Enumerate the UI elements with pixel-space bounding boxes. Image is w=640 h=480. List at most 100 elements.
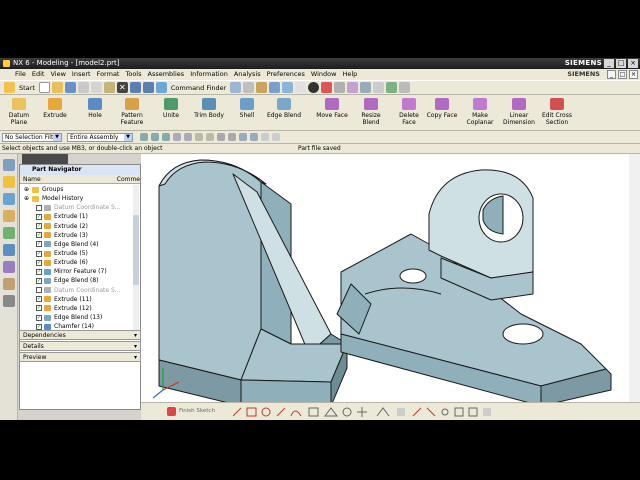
tool-linear-dimension[interactable]: Linear Dimension [502, 98, 536, 126]
visibility-checkbox[interactable]: ✓ [36, 323, 42, 330]
graphics-window[interactable] [141, 154, 640, 407]
visibility-checkbox[interactable]: ✓ [36, 223, 42, 230]
snap-point-icon[interactable] [162, 133, 170, 141]
tree-item[interactable]: ✓ Mirror Feature (7) [20, 267, 140, 276]
navigator-scrollbar[interactable] [133, 185, 139, 340]
visibility-checkbox[interactable]: ✓ [36, 259, 42, 266]
tree-item[interactable]: ✓ Extrude (2) [20, 222, 140, 231]
visibility-checkbox[interactable]: ✓ [36, 296, 42, 303]
command-finder-label[interactable]: Command Finder [169, 84, 228, 92]
doc-close-button[interactable]: × [629, 70, 638, 79]
roles-icon[interactable] [2, 278, 15, 290]
reuse-library-icon[interactable] [2, 193, 15, 205]
tree-item[interactable]: ✓ Extrude (3) [20, 231, 140, 240]
visibility-checkbox[interactable]: ✓ [36, 241, 42, 248]
orient-view-icon[interactable] [269, 82, 281, 93]
zoom-icon[interactable] [243, 82, 255, 93]
analysis-icon[interactable] [386, 82, 398, 93]
visibility-checkbox[interactable]: ✓ [36, 250, 42, 257]
column-name[interactable]: Name [20, 175, 114, 183]
tool-make-coplanar[interactable]: Make Coplanar [463, 98, 497, 126]
snap-point-icon[interactable] [239, 133, 247, 141]
tool-move-face[interactable]: Move Face [316, 98, 348, 119]
doc-restore-button[interactable]: □ [618, 70, 627, 79]
bracket-part-right[interactable] [336, 169, 612, 407]
tool-extrude[interactable]: Extrude [40, 98, 70, 119]
tool-edge-blend[interactable]: Edge Blend [266, 98, 302, 119]
scrollbar-thumb[interactable] [133, 215, 139, 285]
menu-file[interactable]: File [12, 69, 29, 80]
menu-information[interactable]: Information [187, 69, 231, 80]
pan-icon[interactable] [256, 82, 268, 93]
show-hide-icon[interactable] [347, 82, 359, 93]
palette-icon[interactable] [2, 261, 15, 273]
tool-datum-plane[interactable]: Datum Plane [4, 98, 34, 126]
visibility-checkbox[interactable]: ✓ [36, 314, 42, 321]
tool-copy-face[interactable]: Copy Face [426, 98, 458, 119]
toolbar-options-icon[interactable] [399, 82, 411, 93]
finish-sketch-label[interactable]: Finish Sketch [179, 408, 215, 414]
snap-point-icon[interactable] [140, 133, 148, 141]
tree-item[interactable]: ✓ Extrude (12) [20, 304, 140, 313]
tool-edit-cross-section[interactable]: Edit Cross Section [540, 98, 574, 126]
tree-item[interactable]: ✓ Extrude (5) [20, 249, 140, 258]
bracket-part-left[interactable] [158, 159, 348, 407]
menu-view[interactable]: View [47, 69, 68, 80]
tree-item[interactable]: ✓ Edge Blend (4) [20, 240, 140, 249]
background-icon[interactable] [295, 82, 307, 93]
close-button[interactable]: × [628, 59, 638, 68]
snap-point-icon[interactable] [272, 133, 280, 141]
tree-item[interactable]: Datum Coordinate S... [20, 203, 140, 212]
history-icon[interactable] [2, 210, 15, 222]
tool-resize-blend[interactable]: Resize Blend [356, 98, 386, 126]
wcs-icon[interactable] [360, 82, 372, 93]
tree-item[interactable]: ✓ Extrude (1) [20, 212, 140, 221]
snap-point-icon[interactable] [217, 133, 225, 141]
start-menu-label[interactable]: Start [17, 84, 37, 92]
undo-icon[interactable] [129, 82, 141, 93]
expand-icon[interactable]: ⊕ [24, 185, 30, 194]
tree-item[interactable]: ✓ Edge Blend (13) [20, 313, 140, 322]
snap-point-icon[interactable] [151, 133, 159, 141]
menu-tools[interactable]: Tools [122, 69, 144, 80]
snap-point-icon[interactable] [206, 133, 214, 141]
expand-icon[interactable]: ⊕ [24, 194, 30, 203]
preview-panel[interactable]: Preview ▾ [19, 352, 141, 362]
tool-hole[interactable]: Hole [80, 98, 110, 119]
selection-scope-dropdown[interactable]: Entire Assembly ▼ [67, 133, 133, 142]
menu-insert[interactable]: Insert [69, 69, 94, 80]
visibility-checkbox[interactable] [36, 287, 42, 294]
tree-item[interactable]: ✓ Extrude (6) [20, 258, 140, 267]
tool-delete-face[interactable]: Delete Face [394, 98, 424, 126]
menu-help[interactable]: Help [339, 69, 360, 80]
visibility-checkbox[interactable]: ✓ [36, 305, 42, 312]
tool-pattern-feature[interactable]: Pattern Feature [117, 98, 147, 126]
save-icon[interactable] [64, 82, 76, 93]
doc-minimize-button[interactable]: _ [607, 70, 616, 79]
column-comment[interactable]: Comme [114, 175, 140, 183]
finish-sketch-icon[interactable] [167, 407, 176, 416]
layer-icon[interactable] [334, 82, 346, 93]
tree-item[interactable]: ⊕ Model History [20, 194, 140, 203]
navigator-tab[interactable] [22, 154, 68, 164]
tree-item[interactable]: Datum Coordinate S... [20, 286, 140, 295]
menu-analysis[interactable]: Analysis [231, 69, 264, 80]
menu-format[interactable]: Format [94, 69, 123, 80]
maximize-button[interactable]: □ [616, 59, 626, 68]
system-scenes-icon[interactable] [2, 295, 15, 307]
part-navigator-icon[interactable] [2, 176, 15, 188]
details-panel[interactable]: Details ▾ [19, 341, 141, 351]
visibility-checkbox[interactable]: ✓ [36, 268, 42, 275]
model-view[interactable] [141, 154, 640, 407]
snap-point-icon[interactable] [184, 133, 192, 141]
menu-preferences[interactable]: Preferences [264, 69, 308, 80]
fit-view-icon[interactable] [230, 82, 242, 93]
new-file-icon[interactable] [38, 82, 50, 93]
tree-item[interactable]: ✓ Extrude (11) [20, 295, 140, 304]
measure-icon[interactable] [373, 82, 385, 93]
command-finder-icon[interactable] [155, 82, 167, 93]
sketch-curve-icons[interactable] [233, 406, 533, 418]
open-file-icon[interactable] [51, 82, 63, 93]
menu-assemblies[interactable]: Assemblies [145, 69, 188, 80]
system-materials-icon[interactable] [2, 227, 15, 239]
